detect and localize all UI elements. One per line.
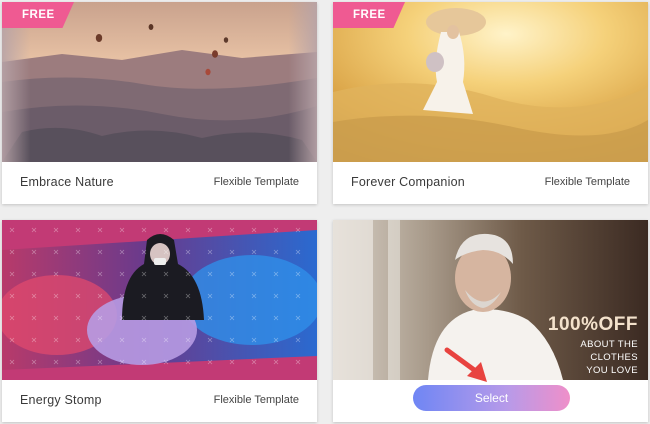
promo-line: YOU LOVE	[586, 365, 638, 376]
promo-line: CLOTHES	[590, 352, 638, 363]
free-badge: FREE	[333, 2, 405, 28]
template-card-forever-companion[interactable]: FREE Forever Companion Flexible Template	[333, 2, 648, 204]
promo-line: ABOUT THE	[580, 339, 638, 350]
promo-headline: 100%OFF	[547, 314, 638, 335]
template-title: Embrace Nature	[20, 175, 114, 189]
template-card-embrace-nature[interactable]: FREE Embrace Nature Flexible Template	[2, 2, 317, 204]
template-type: Flexible Template	[213, 394, 299, 406]
select-button[interactable]: Select	[413, 385, 570, 411]
free-badge: FREE	[2, 2, 74, 28]
template-type: Flexible Template	[213, 176, 299, 188]
template-title: Energy Stomp	[20, 393, 102, 407]
promo-subtext: ABOUT THE CLOTHES YOU LOVE	[580, 338, 638, 377]
template-card-energy-stomp[interactable]: Energy Stomp Flexible Template	[2, 220, 317, 422]
template-thumbnail	[2, 220, 317, 380]
template-footer: Embrace Nature Flexible Template	[2, 160, 317, 204]
template-title: Forever Companion	[351, 175, 465, 189]
pointer-arrow-icon	[444, 347, 487, 382]
template-footer: Energy Stomp Flexible Template	[2, 378, 317, 422]
template-footer: Forever Companion Flexible Template	[333, 160, 648, 204]
template-card-promo[interactable]: 100%OFF ABOUT THE CLOTHES YOU LOVE Selec…	[333, 220, 648, 422]
template-type: Flexible Template	[544, 176, 630, 188]
